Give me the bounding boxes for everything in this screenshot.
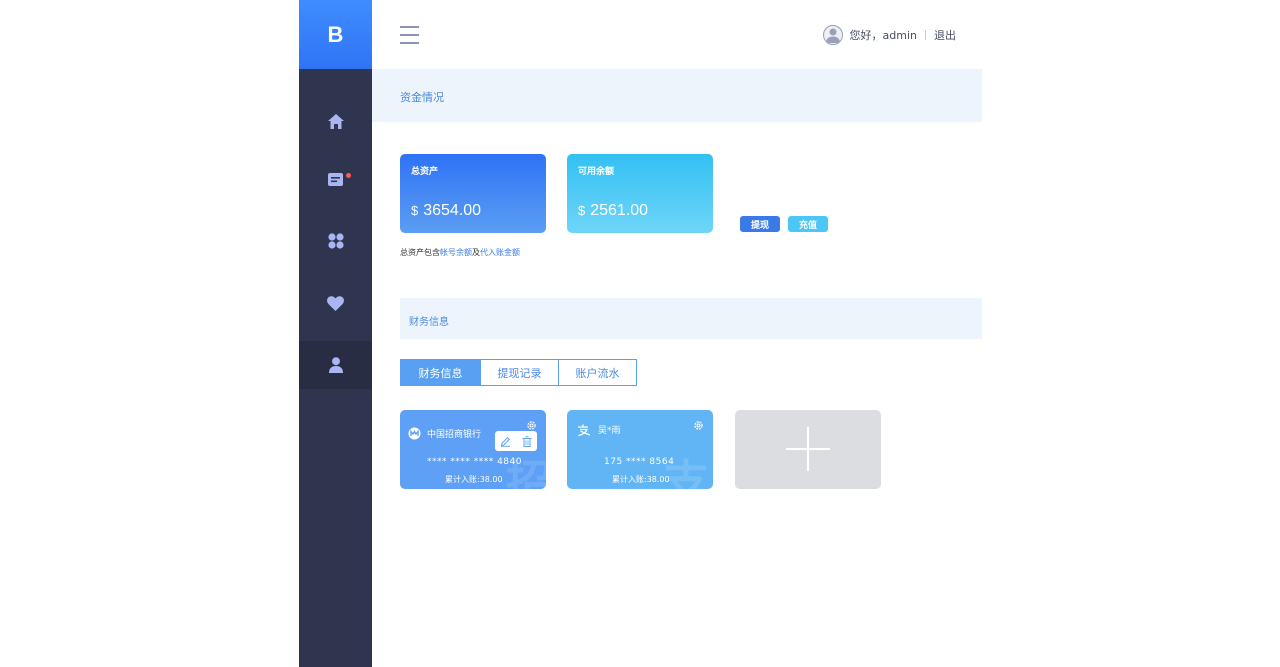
currency-symbol: $ — [578, 203, 586, 218]
main-content: 您好，admin 退出 资金情况 总资产 $3654.00 可用余额 $2561… — [372, 0, 982, 667]
apps-icon — [327, 233, 344, 249]
delete-icon[interactable] — [522, 435, 532, 447]
available-balance-value: 2561.00 — [590, 202, 649, 219]
logo-text: B — [327, 21, 344, 47]
user-area: 您好，admin 退出 — [822, 24, 956, 46]
card-bank-name: 中国招商银行 — [408, 427, 481, 440]
notification-dot — [346, 173, 351, 178]
user-icon — [328, 357, 343, 373]
home-icon — [327, 113, 344, 129]
assets-note: 总资产包含帐号余额及代入账金额 — [400, 247, 520, 258]
card-watermark: 招 — [506, 455, 546, 489]
logout-link[interactable]: 退出 — [934, 27, 956, 43]
bank-card-alipay[interactable]: 支 吴*雨 175 **** 8564 累计入账:38.00 — [567, 410, 713, 489]
greeting-text: 您好，admin — [849, 29, 917, 42]
avatar[interactable] — [822, 25, 843, 45]
message-icon — [328, 172, 343, 186]
tab-withdraw-records[interactable]: 提现记录 — [480, 359, 559, 386]
card-total-income: 累计入账:38.00 — [445, 475, 503, 484]
note-text: 及 — [472, 248, 480, 257]
card-holder-name: 吴*雨 — [577, 423, 621, 436]
total-assets-label: 总资产 — [411, 167, 439, 177]
card-bank-name-text: 中国招商银行 — [427, 430, 482, 440]
finance-tabs: 财务信息 提现记录 账户流水 — [400, 359, 637, 386]
finance-section-header — [400, 298, 982, 339]
logo[interactable]: B — [299, 0, 372, 69]
finance-section-title: 财务信息 — [409, 317, 449, 328]
bank-card-cmb[interactable]: 招 中国招商银行 **** **** **** 4840 累计入账:38.00 — [400, 410, 546, 489]
sidebar-item-favorites[interactable] — [299, 279, 372, 327]
total-assets-card: 总资产 $3654.00 — [400, 154, 546, 233]
available-balance-amount: $2561.00 — [578, 202, 648, 220]
currency-symbol: $ — [411, 203, 419, 218]
tab-finance-info[interactable]: 财务信息 — [400, 359, 481, 386]
avatar-icon — [825, 28, 840, 43]
funds-section-title: 资金情况 — [400, 91, 444, 104]
card-number: **** **** **** 4840 — [427, 457, 522, 467]
recharge-button[interactable]: 充值 — [788, 216, 828, 232]
menu-toggle-icon[interactable] — [400, 26, 419, 44]
note-text: 总资产包含 — [400, 248, 440, 257]
alipay-icon — [578, 424, 591, 436]
card-settings-icon[interactable] — [693, 416, 704, 435]
sidebar-item-home[interactable] — [299, 97, 372, 145]
card-actions-popover — [495, 431, 537, 451]
account-balance-link[interactable]: 帐号余额 — [440, 248, 472, 257]
card-number: 175 **** 8564 — [604, 457, 675, 467]
available-balance-card: 可用余额 $2561.00 — [567, 154, 713, 233]
total-assets-value: 3654.00 — [423, 202, 482, 219]
sidebar: B — [299, 0, 372, 667]
available-balance-label: 可用余额 — [578, 167, 615, 177]
sidebar-item-profile[interactable] — [299, 341, 372, 389]
add-card-button[interactable] — [735, 410, 881, 489]
withdraw-button[interactable]: 提现 — [740, 216, 780, 232]
heart-icon — [327, 295, 344, 311]
plus-icon — [786, 427, 830, 471]
edit-icon[interactable] — [500, 436, 511, 447]
card-holder-name-text: 吴*雨 — [598, 426, 621, 436]
total-assets-amount: $3654.00 — [411, 202, 481, 220]
bank-logo-icon — [408, 427, 421, 440]
funds-section-header — [372, 69, 982, 122]
card-total-income: 累计入账:38.00 — [612, 475, 670, 484]
tab-account-flow[interactable]: 账户流水 — [558, 359, 637, 386]
sidebar-item-apps[interactable] — [299, 217, 372, 265]
divider — [925, 30, 926, 40]
pending-amount-link[interactable]: 代入账金额 — [480, 248, 520, 257]
sidebar-item-messages[interactable] — [299, 155, 372, 203]
